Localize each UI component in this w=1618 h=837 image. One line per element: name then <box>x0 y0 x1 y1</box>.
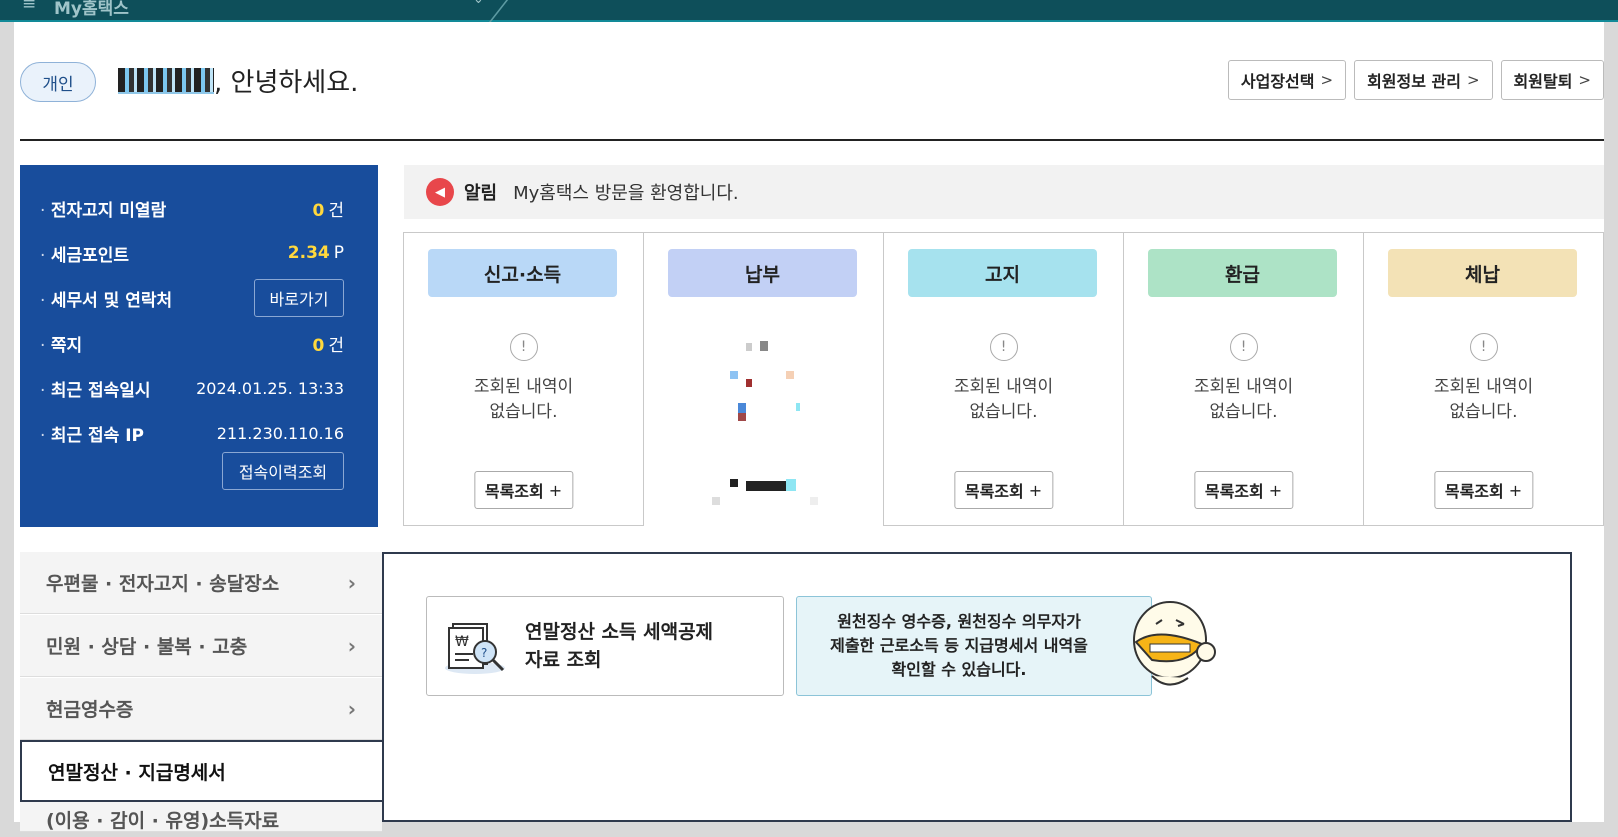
list-view-button[interactable]: 목록조회 + <box>473 471 574 509</box>
empty-message: 조회된 내역이 없습니다. <box>953 377 1054 422</box>
payment-content-redacted <box>644 329 883 527</box>
exclamation-icon: ! <box>989 333 1018 361</box>
card-notice: 고지 ! 조회된 내역이 없습니다. 목록조회 + <box>884 233 1124 525</box>
messages-count: 0 <box>312 335 325 356</box>
last-login-row: 최근 접속일시 2024.01.25. 13:33 <box>40 373 344 403</box>
card-title[interactable]: 납부 <box>668 249 857 297</box>
unread-notice-label: 전자고지 미열람 <box>40 196 166 221</box>
plus-icon: + <box>1268 480 1283 500</box>
exclamation-icon: ! <box>509 333 538 361</box>
side-menu-label: (이용 · 감이 · 유영)소득자료 <box>46 810 280 832</box>
plus-icon: + <box>548 480 563 500</box>
list-view-button[interactable]: 목록조회 + <box>953 471 1054 509</box>
side-menu-label: 현금영수증 <box>46 699 134 721</box>
exclamation-icon: ! <box>1229 333 1258 361</box>
tax-points-value: 2.34 <box>287 243 330 263</box>
withdraw-button[interactable]: 회원탈퇴 > <box>1500 60 1604 100</box>
card-payment: 납부 <box>644 233 884 527</box>
member-info-button[interactable]: 회원정보 관리 > <box>1354 60 1493 100</box>
side-menu-item-cash-receipt[interactable]: 현금영수증 › <box>20 678 382 740</box>
notice-text: My홈택스 방문을 환영합니다. <box>513 183 739 204</box>
empty-message: 조회된 내역이 없습니다. <box>473 377 574 422</box>
document-search-icon: ₩ ? <box>443 616 511 676</box>
list-view-button[interactable]: 목록조회 + <box>1433 471 1534 509</box>
account-buttons: 사업장선택 > 회원정보 관리 > 회원탈퇴 > <box>1227 60 1604 100</box>
page-title[interactable]: My홈택스 <box>54 0 129 19</box>
messages-row[interactable]: 쪽지 0건 <box>40 328 344 358</box>
svg-text:₩: ₩ <box>455 634 469 650</box>
last-ip-label: 최근 접속 IP <box>40 421 144 446</box>
empty-message: 조회된 내역이 없습니다. <box>1433 377 1534 422</box>
card-filing-income: 신고·소득 ! 조회된 내역이 없습니다. 목록조회 + <box>404 233 644 525</box>
notice-bar: ◀ 알림 My홈택스 방문을 환영합니다. <box>404 165 1604 219</box>
card-arrears: 체납 ! 조회된 내역이 없습니다. 목록조회 + <box>1364 233 1603 525</box>
year-end-lookup-card[interactable]: ₩ ? 연말정산 소득 세액공제 자료 조회 <box>426 596 784 696</box>
account-summary-panel: 전자고지 미열람 0건 세금포인트 2.34P 세무서 및 연락처 바로가기 쪽… <box>20 165 378 527</box>
unread-notice-count: 0 <box>312 200 325 221</box>
side-menu-item-year-end[interactable]: 연말정산 · 지급명세서 <box>20 740 382 802</box>
card-title[interactable]: 환급 <box>1148 249 1337 297</box>
chevron-down-icon[interactable]: ⌄ <box>473 0 484 7</box>
unread-notice-unit: 건 <box>328 200 344 221</box>
card-title[interactable]: 고지 <box>908 249 1097 297</box>
access-history-button[interactable]: 접속이력조회 <box>222 452 344 490</box>
select-workplace-button[interactable]: 사업장선택 > <box>1227 60 1347 100</box>
plus-icon: + <box>1028 480 1043 500</box>
tax-points-label: 세금포인트 <box>40 241 129 266</box>
withdraw-label: 회원탈퇴 <box>1513 72 1573 91</box>
side-menu-item-mail[interactable]: 우편물 · 전자고지 · 송달장소 › <box>20 552 382 614</box>
chevron-right-icon: > <box>1578 71 1591 89</box>
select-workplace-label: 사업장선택 <box>1240 72 1315 91</box>
tax-points-unit: P <box>333 243 344 263</box>
card-title[interactable]: 체납 <box>1388 249 1577 297</box>
mascot-illustration <box>1128 596 1220 696</box>
greeting-row: 개인 , 안녕하세요. 사업장선택 > 회원정보 관리 > 회원탈퇴 > <box>14 22 1604 122</box>
tax-office-shortcut-button[interactable]: 바로가기 <box>254 279 344 317</box>
side-menu: 우편물 · 전자고지 · 송달장소 › 민원 · 상담 · 불복 · 고충 › … <box>20 552 382 832</box>
side-menu-item-income-data[interactable]: (이용 · 감이 · 유영)소득자료 <box>20 802 382 832</box>
user-name-redacted <box>118 68 214 94</box>
side-menu-item-petition[interactable]: 민원 · 상담 · 불복 · 고충 › <box>20 615 382 677</box>
top-navigation-bar: ≡ My홈택스 ⌄ <box>0 0 1618 26</box>
messages-label: 쪽지 <box>40 331 82 356</box>
user-type-badge: 개인 <box>20 62 96 102</box>
tax-points-row[interactable]: 세금포인트 2.34P <box>40 238 344 268</box>
card-title[interactable]: 신고·소득 <box>428 249 617 297</box>
tax-office-label: 세무서 및 연락처 <box>40 286 172 311</box>
chevron-right-icon: > <box>1320 71 1334 89</box>
side-menu-label: 연말정산 · 지급명세서 <box>48 761 226 784</box>
last-login-value: 2024.01.25. 13:33 <box>196 378 344 398</box>
year-end-panel: ₩ ? 연말정산 소득 세액공제 자료 조회 원천징수 영수증, 원천징수 의무… <box>382 552 1572 822</box>
plus-icon: + <box>1508 480 1523 500</box>
empty-message: 조회된 내역이 없습니다. <box>1193 377 1294 422</box>
last-login-label: 최근 접속일시 <box>40 376 151 401</box>
last-ip-row: 최근 접속 IP 211.230.110.16 <box>40 418 344 448</box>
menu-icon[interactable]: ≡ <box>22 0 36 14</box>
greeting-text: , 안녕하세요. <box>214 68 359 98</box>
list-view-label: 목록조회 <box>964 482 1024 501</box>
year-end-description: 원천징수 영수증, 원천징수 의무자가 제출한 근로소득 등 지급명세서 내역을… <box>796 596 1152 696</box>
unread-notice-row[interactable]: 전자고지 미열람 0건 <box>40 193 344 223</box>
speaker-icon: ◀ <box>426 178 454 206</box>
header-divider <box>20 139 1604 141</box>
list-view-label: 목록조회 <box>1204 482 1264 501</box>
side-menu-label: 민원 · 상담 · 불복 · 고충 <box>46 636 248 658</box>
year-end-lookup-title: 연말정산 소득 세액공제 자료 조회 <box>525 621 714 671</box>
card-refund: 환급 ! 조회된 내역이 없습니다. 목록조회 + <box>1124 233 1364 525</box>
chevron-right-icon: › <box>347 696 356 721</box>
chevron-right-icon: › <box>347 633 356 658</box>
member-info-label: 회원정보 관리 <box>1367 72 1461 91</box>
list-view-button[interactable]: 목록조회 + <box>1193 471 1294 509</box>
svg-text:?: ? <box>481 646 487 660</box>
list-view-label: 목록조회 <box>1444 482 1504 501</box>
exclamation-icon: ! <box>1469 333 1498 361</box>
messages-unit: 건 <box>328 335 344 356</box>
notice-label: 알림 <box>464 183 498 204</box>
last-ip-value: 211.230.110.16 <box>216 423 344 443</box>
list-view-label: 목록조회 <box>484 482 544 501</box>
chevron-right-icon: > <box>1466 71 1480 89</box>
side-menu-label: 우편물 · 전자고지 · 송달장소 <box>46 573 280 595</box>
tax-status-cards: 신고·소득 ! 조회된 내역이 없습니다. 목록조회 + 납부 고지 ! 조회된 … <box>403 232 1604 527</box>
chevron-right-icon: › <box>347 570 356 595</box>
